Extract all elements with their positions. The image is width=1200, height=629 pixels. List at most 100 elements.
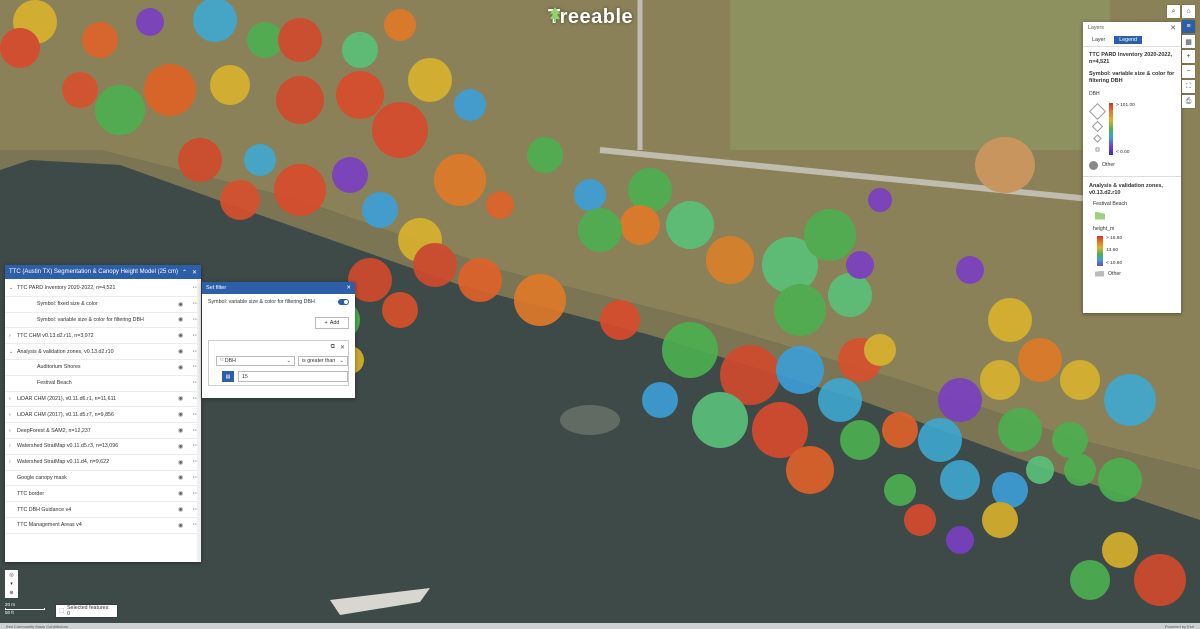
layer-item[interactable]: › LiDAR CHM (2021), v0.11.d6.r1, n=11,611…	[5, 392, 201, 408]
layer-item[interactable]: TTC DBH Guidance v4 ◉ ···	[5, 502, 201, 518]
filter-toggle[interactable]	[338, 299, 349, 305]
value-input-text: 15	[242, 373, 248, 380]
close-icon[interactable]: ✕	[346, 285, 351, 291]
add-button-label: Add	[329, 320, 340, 326]
layer-item-label: LiDAR CHM (2021), v0.11.d6.r1, n=11,611	[17, 395, 117, 402]
locate-icon[interactable]: ◎	[9, 572, 13, 578]
attribution-right: Powered by Esri	[1164, 623, 1194, 629]
other-symbol-icon	[1089, 160, 1098, 170]
copy-icon[interactable]: ⧉	[331, 344, 335, 351]
layer-item[interactable]: › DeepForest & SAM2, n=12,237 ◉ ···	[5, 423, 201, 439]
close-icon[interactable]: ✕	[192, 269, 197, 276]
visibility-icon[interactable]: ◉	[178, 301, 188, 308]
layer-item[interactable]: ⌄ TTC PARD Inventory 2020-2022, n=4,521 ··…	[5, 281, 201, 297]
chevron-right-icon[interactable]: ›	[9, 428, 17, 434]
layer-item-label: Watershed StratMap v0.11.d5.r3, n=13,096	[17, 443, 119, 450]
layers-panel: TTC (Austin TX) Segmentation & Canopy He…	[5, 265, 201, 562]
dbh-max-label: > 101.00	[1116, 102, 1135, 108]
layer-item-label: TTC border	[17, 490, 45, 497]
selected-features-text: Selected features: 0	[67, 605, 110, 617]
legend-panel: Layers ✕ Layer Legend TTC PARD Inventory…	[1083, 22, 1181, 313]
search-toolbar: ⌕	[1167, 5, 1180, 18]
layer-list: ⌄ TTC PARD Inventory 2020-2022, n=4,521 ··…	[5, 279, 201, 534]
close-icon[interactable]: ✕	[1170, 24, 1176, 32]
layer-item[interactable]: Auditorium Shores ◉ ···	[5, 360, 201, 376]
height-mid-label: 13.60	[1106, 248, 1119, 253]
value-mode-icon[interactable]: ▤	[222, 371, 234, 382]
chevron-right-icon[interactable]: ›	[9, 459, 17, 465]
visibility-icon[interactable]: ◉	[178, 348, 188, 355]
zoom-in-icon[interactable]: +	[1182, 50, 1195, 63]
compass-icon[interactable]: ▾	[10, 581, 13, 587]
layer-item-label: Analysis & validation zones, v0.13.d2.r1…	[17, 348, 114, 355]
visibility-icon[interactable]: ◉	[178, 427, 188, 434]
chevron-right-icon[interactable]: ›	[9, 443, 17, 449]
print-icon[interactable]: ⎙	[1182, 95, 1195, 108]
legend-other-label: Other	[1102, 162, 1115, 169]
layer-item[interactable]: Symbol: fixed size & color ◉ ···	[5, 297, 201, 313]
visibility-icon[interactable]: ◉	[178, 506, 188, 513]
visibility-icon[interactable]: ◉	[178, 316, 188, 323]
scale-bar: 20 m 50 ft	[5, 602, 45, 615]
navigation-icon[interactable]: ⊕	[9, 590, 13, 596]
map-toolbar: ⌂ ≡ ▦ + − ⛶ ⎙	[1182, 5, 1195, 108]
set-filter-panel: Set filter ✕ Symbol: variable size & col…	[202, 282, 355, 398]
chevron-down-icon[interactable]: ⌄	[9, 349, 17, 355]
scale-top-label: 20 m	[5, 602, 16, 607]
filter-layer-row: Symbol: variable size & color for filter…	[202, 294, 355, 310]
delete-expression-icon[interactable]: ✕	[340, 344, 345, 351]
add-expression-button[interactable]: + Add	[315, 317, 349, 329]
operator-select[interactable]: is greater than ⌄	[298, 356, 348, 366]
legend-zones-title: Analysis & validation zones, v0.13.d2.r1…	[1089, 182, 1163, 196]
other-zone-symbol-icon	[1095, 270, 1104, 277]
layer-item[interactable]: Google canopy mask ◉ ···	[5, 471, 201, 487]
collapse-icon[interactable]: ⌃	[182, 269, 187, 276]
tab-layer[interactable]: Layer	[1087, 36, 1110, 44]
visibility-icon[interactable]: ◉	[178, 490, 188, 497]
layer-item-label: TTC DBH Guidance v4	[17, 506, 72, 513]
field-select[interactable]: ¹² DBH ⌄	[216, 356, 295, 366]
chevron-down-icon[interactable]: ⌄	[9, 285, 17, 291]
layers-icon[interactable]: ≡	[1182, 20, 1195, 33]
visibility-icon[interactable]: ◉	[178, 364, 188, 371]
tab-legend[interactable]: Legend	[1114, 36, 1142, 44]
layer-item[interactable]: › Watershed StratMap v0.11.d5.r3, n=13,09…	[5, 439, 201, 455]
layer-item-label: TTC CHM v0.13.d2.r11, n=3,972	[17, 332, 94, 339]
visibility-icon[interactable]: ◉	[178, 443, 188, 450]
zoom-out-icon[interactable]: −	[1182, 65, 1195, 78]
layer-item[interactable]: Symbol: variable size & color for filter…	[5, 313, 201, 329]
layer-item[interactable]: Festival Beach ···	[5, 376, 201, 392]
scale-bottom-label: 50 ft	[5, 610, 14, 615]
visibility-icon[interactable]: ◉	[178, 522, 188, 529]
visibility-icon[interactable]: ◉	[178, 332, 188, 339]
dbh-color-ramp	[1109, 102, 1113, 155]
visibility-icon[interactable]: ◉	[178, 411, 188, 418]
visibility-icon[interactable]: ◉	[178, 395, 188, 402]
layer-item[interactable]: TTC Management Areas v4 ◉ ···	[5, 518, 201, 534]
layer-item-label: Symbol: fixed size & color	[37, 301, 98, 308]
layer-item[interactable]: ⌄ Analysis & validation zones, v0.13.d2.r…	[5, 344, 201, 360]
tree-logo-icon	[550, 7, 560, 22]
layer-item[interactable]: › Watershed StratMap v0.11.d4, n=9,622 ◉ ··…	[5, 455, 201, 471]
layer-item[interactable]: TTC border ◉ ···	[5, 486, 201, 503]
fullscreen-icon[interactable]: ⛶	[1182, 80, 1195, 93]
value-input[interactable]: 15	[238, 371, 348, 382]
layer-item[interactable]: › LiDAR CHM (2017), v0.11.d5.r7, n=9,856 ◉…	[5, 407, 201, 424]
layers-panel-title: TTC (Austin TX) Segmentation & Canopy He…	[9, 269, 178, 275]
layer-item-label: TTC Management Areas v4	[17, 522, 82, 529]
chevron-right-icon[interactable]: ›	[9, 396, 17, 402]
dbh-ramp: > 101.00 < 0.00	[1089, 102, 1175, 155]
visibility-icon[interactable]: ◉	[178, 474, 188, 481]
legend-panel-header: Layers	[1088, 25, 1104, 31]
layer-item-label: Watershed StratMap v0.11.d4, n=9,622	[17, 459, 110, 466]
basemap-icon[interactable]: ▦	[1182, 35, 1195, 48]
home-icon[interactable]: ⌂	[1182, 5, 1195, 18]
layer-list-scrollbar[interactable]	[197, 279, 201, 562]
selected-features-badge[interactable]: ⬚ Selected features: 0	[56, 605, 117, 617]
search-icon[interactable]: ⌕	[1167, 5, 1180, 18]
chevron-right-icon[interactable]: ›	[9, 412, 17, 418]
locate-controls: ◎ ▾ ⊕	[5, 570, 18, 598]
layer-item[interactable]: › TTC CHM v0.13.d2.r11, n=3,972 ◉ ···	[5, 328, 201, 345]
chevron-right-icon[interactable]: ›	[9, 333, 17, 339]
visibility-icon[interactable]: ◉	[178, 459, 188, 466]
